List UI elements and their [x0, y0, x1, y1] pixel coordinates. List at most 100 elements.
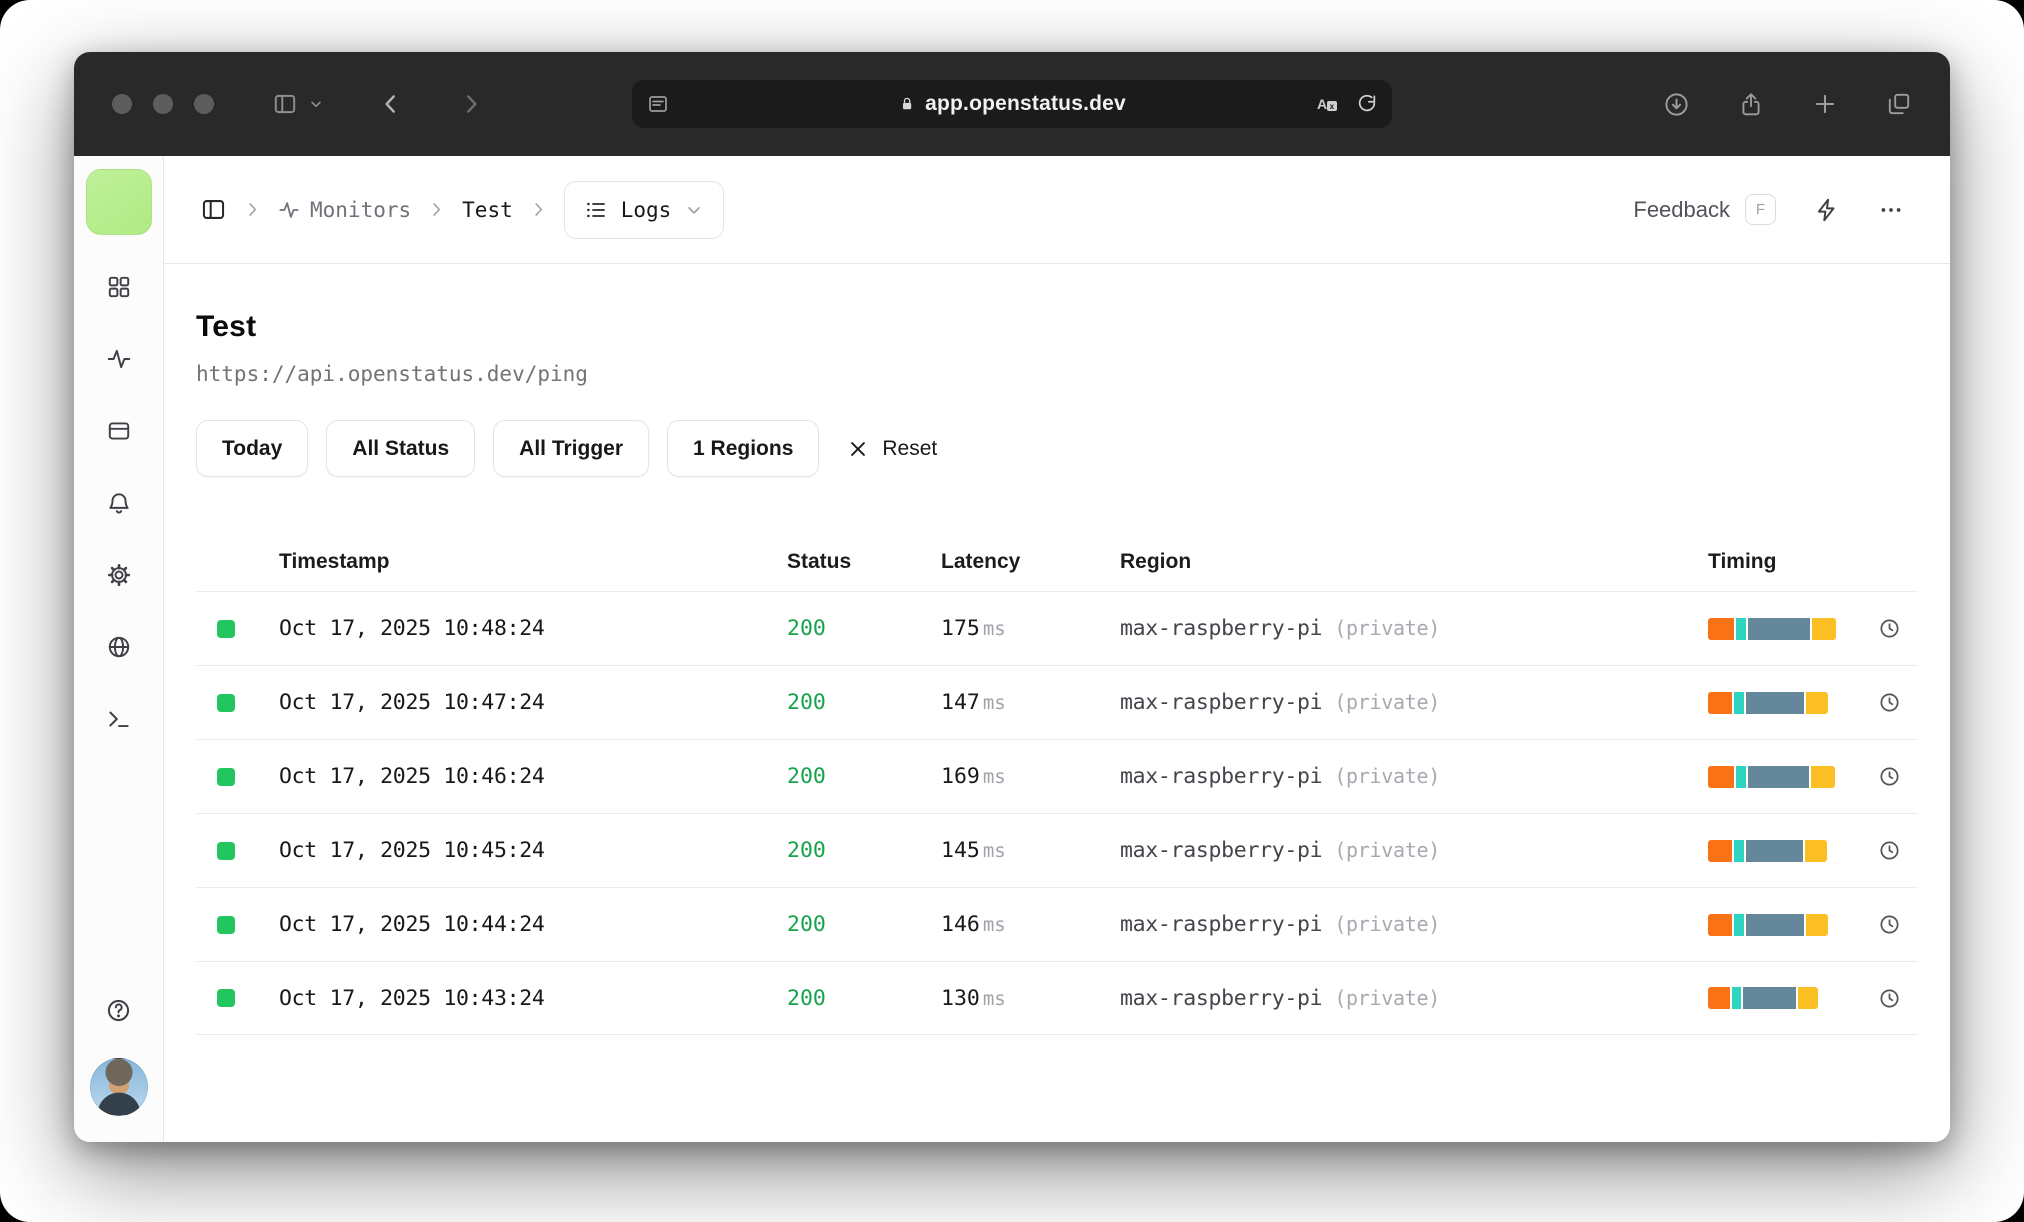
- zoom-button[interactable]: [194, 94, 214, 114]
- chevron-right-icon: [249, 203, 257, 216]
- translate-button[interactable]: Ax: [1314, 92, 1340, 116]
- svg-text:A: A: [1317, 96, 1327, 112]
- x-icon: [851, 441, 866, 456]
- close-button[interactable]: [112, 94, 132, 114]
- sidebar-item-notifications[interactable]: [97, 481, 141, 525]
- timing-segment: [1812, 617, 1836, 640]
- reset-filters-button[interactable]: Reset: [837, 437, 947, 461]
- back-arrow-icon: [385, 95, 395, 113]
- timing-bar: [1708, 839, 1836, 862]
- feedback-button[interactable]: Feedback F: [1633, 194, 1776, 225]
- timing-segment: [1708, 765, 1734, 788]
- clock-icon[interactable]: [1878, 691, 1901, 714]
- page-icon: [649, 96, 667, 112]
- reload-button[interactable]: [1356, 93, 1378, 115]
- log-row[interactable]: Oct 17, 2025 10:45:24 200 145 ms max-ras…: [196, 813, 1918, 887]
- latency-value: 147: [941, 690, 980, 715]
- ellipsis-icon: [1881, 207, 1901, 212]
- view-selector-label: Logs: [620, 197, 672, 222]
- sidebar-item-status-pages[interactable]: [97, 409, 141, 453]
- log-row[interactable]: Oct 17, 2025 10:44:24 200 146 ms max-ras…: [196, 887, 1918, 961]
- log-row[interactable]: Oct 17, 2025 10:47:24 200 147 ms max-ras…: [196, 665, 1918, 739]
- logs-table: Timestamp Status Latency Region Timing O…: [196, 533, 1918, 1035]
- filter-regions[interactable]: 1 Regions: [667, 420, 820, 477]
- log-status-code: 200: [787, 838, 826, 863]
- latency-unit: ms: [982, 618, 1006, 640]
- forward-button[interactable]: [458, 91, 484, 117]
- sidebar-item-domains[interactable]: [97, 625, 141, 669]
- sidebar-item-settings[interactable]: [97, 553, 141, 597]
- lock-icon: [902, 97, 912, 110]
- column-header-timestamp: Timestamp: [279, 550, 390, 573]
- timing-segment: [1708, 617, 1734, 640]
- minimize-button[interactable]: [153, 94, 173, 114]
- timing-segment: [1748, 765, 1809, 788]
- forward-arrow-icon: [467, 95, 477, 113]
- filter-status[interactable]: All Status: [326, 420, 476, 477]
- reload-icon: [1358, 94, 1376, 112]
- timing-segment: [1736, 617, 1746, 640]
- view-selector-dropdown[interactable]: Logs: [563, 180, 725, 239]
- downloads-icon: [1665, 92, 1688, 116]
- filter-date[interactable]: Today: [196, 420, 309, 477]
- filter-trigger[interactable]: All Trigger: [493, 420, 650, 477]
- address-bar[interactable]: app.openstatus.dev Ax: [632, 80, 1392, 128]
- downloads-button[interactable]: [1663, 91, 1690, 118]
- tab-overview-button[interactable]: [1886, 91, 1912, 117]
- clock-icon[interactable]: [1878, 617, 1901, 640]
- breadcrumb-monitor-name[interactable]: Test: [462, 198, 513, 222]
- url-text: app.openstatus.dev: [925, 92, 1126, 115]
- feedback-shortcut-key: F: [1745, 194, 1776, 225]
- zap-icon: [1817, 198, 1835, 221]
- log-timestamp: Oct 17, 2025 10:47:24: [279, 690, 545, 715]
- clock-icon[interactable]: [1878, 839, 1901, 862]
- help-button[interactable]: [97, 988, 141, 1032]
- log-status-code: 200: [787, 912, 826, 937]
- workspace-logo[interactable]: [85, 169, 152, 235]
- clock-icon[interactable]: [1878, 765, 1901, 788]
- timing-segment: [1708, 987, 1730, 1009]
- panel-toggle-button[interactable]: [200, 196, 227, 223]
- status-indicator: [217, 693, 235, 712]
- globe-icon: [108, 636, 129, 658]
- timing-segment: [1736, 765, 1746, 788]
- sidebar-item-dashboard[interactable]: [97, 265, 141, 309]
- timing-bar: [1708, 987, 1836, 1009]
- user-avatar[interactable]: [89, 1058, 148, 1116]
- chevron-down-icon: [311, 101, 321, 108]
- region-name: max-raspberry-pi: [1120, 912, 1323, 937]
- quick-actions-button[interactable]: [1814, 197, 1840, 223]
- timing-segment: [1743, 987, 1796, 1009]
- browser-toolbar: app.openstatus.dev Ax: [74, 52, 1950, 156]
- clock-icon[interactable]: [1878, 987, 1901, 1010]
- tab-group-chevron-button[interactable]: [308, 96, 324, 112]
- log-row[interactable]: Oct 17, 2025 10:46:24 200 169 ms max-ras…: [196, 739, 1918, 813]
- latency-value: 169: [941, 764, 980, 789]
- clock-icon[interactable]: [1878, 913, 1901, 936]
- share-button[interactable]: [1738, 91, 1764, 117]
- reset-label: Reset: [882, 436, 938, 460]
- breadcrumb-monitors[interactable]: Monitors: [278, 198, 411, 222]
- latency-value: 146: [941, 912, 980, 937]
- new-tab-button[interactable]: [1812, 91, 1838, 117]
- log-row[interactable]: Oct 17, 2025 10:43:24 200 130 ms max-ras…: [196, 961, 1918, 1035]
- page-settings-button[interactable]: [646, 92, 670, 116]
- column-header-latency: Latency: [941, 550, 1021, 573]
- sidebar-item-cli[interactable]: [97, 697, 141, 741]
- grid-icon: [108, 276, 129, 298]
- timing-segment: [1806, 691, 1828, 714]
- toolbar-sidebar-button[interactable]: [272, 91, 298, 117]
- bell-icon: [108, 493, 129, 514]
- sidebar-item-monitors[interactable]: [97, 337, 141, 381]
- app-sidebar: [74, 156, 164, 1142]
- log-timestamp: Oct 17, 2025 10:46:24: [279, 764, 545, 789]
- plus-icon: [1815, 94, 1835, 114]
- more-options-button[interactable]: [1878, 197, 1904, 223]
- timing-segment: [1732, 987, 1741, 1009]
- log-status-code: 200: [787, 616, 826, 641]
- monitor-endpoint-url: https://api.openstatus.dev/ping: [196, 362, 588, 386]
- region-name: max-raspberry-pi: [1120, 764, 1323, 789]
- back-button[interactable]: [378, 91, 404, 117]
- column-header-status: Status: [787, 550, 852, 573]
- log-row[interactable]: Oct 17, 2025 10:48:24 200 175 ms max-ras…: [196, 591, 1918, 665]
